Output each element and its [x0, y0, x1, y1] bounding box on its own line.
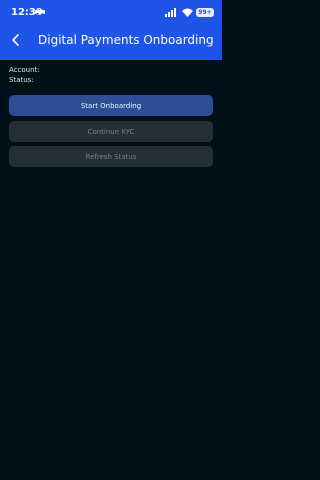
account-info: Account: Status:: [9, 65, 40, 85]
wifi-icon: [182, 8, 193, 17]
page-title: Digital Payments Onboarding: [38, 33, 214, 47]
app-bar: 12:39 99+ Digital Payments Onboarding: [0, 0, 222, 60]
status-bar: 12:39 99+: [0, 0, 222, 28]
battery-icon: 99+: [196, 8, 214, 17]
car-icon: [35, 10, 45, 15]
status-indicators: 99+: [165, 8, 214, 17]
back-arrow-icon[interactable]: [9, 33, 23, 47]
start-onboarding-button[interactable]: Start Onboarding: [9, 95, 213, 116]
continue-kyc-button[interactable]: Continue KYC: [9, 121, 213, 142]
refresh-status-button[interactable]: Refresh Status: [9, 146, 213, 167]
account-label: Account:: [9, 66, 40, 74]
signal-icon: [165, 8, 176, 17]
status-label: Status:: [9, 76, 34, 84]
